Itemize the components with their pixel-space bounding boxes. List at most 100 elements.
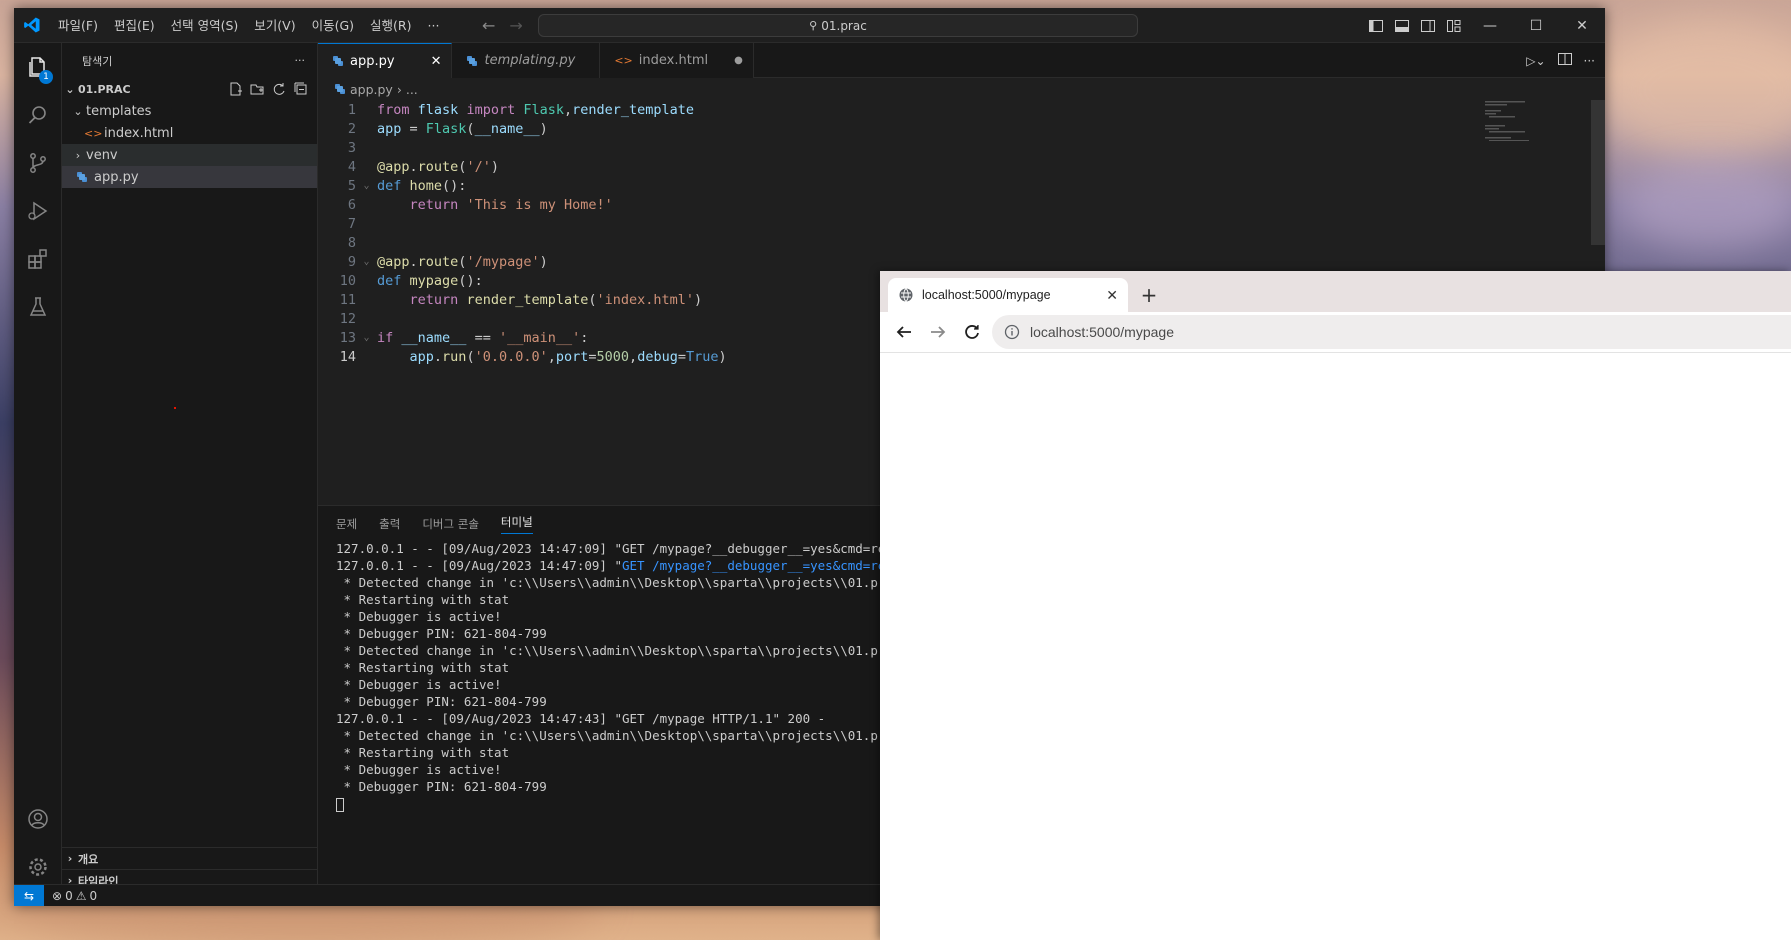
terminal-output[interactable]: 127.0.0.1 - - [09/Aug/2023 14:47:09] "GE… [336, 540, 915, 812]
close-tab-icon[interactable]: ✕ [1106, 287, 1118, 304]
explorer-activity-icon[interactable]: 1 [14, 43, 62, 91]
code-line[interactable]: 4 @app.route('/') [318, 157, 1605, 176]
editor-scrollbar[interactable] [1591, 100, 1605, 245]
run-debug-icon[interactable] [14, 187, 62, 235]
menu-edit[interactable]: 편집(E) [106, 8, 163, 43]
new-tab-button[interactable]: + [1132, 278, 1166, 312]
terminal-line: * Restarting with stat [336, 592, 510, 607]
collapse-all-icon[interactable] [293, 81, 309, 97]
code-text: if __name__ == '__main__': [377, 329, 589, 346]
extensions-icon[interactable] [14, 235, 62, 283]
breadcrumb-rest[interactable]: ... [406, 82, 418, 97]
menu-selection[interactable]: 선택 영역(S) [163, 8, 247, 43]
code-text: @app.route('/mypage') [377, 253, 548, 270]
reload-icon[interactable] [958, 318, 986, 346]
breadcrumb-file[interactable]: app.py [350, 82, 393, 97]
forward-arrow-icon[interactable]: → [509, 16, 522, 35]
tab-debug-console[interactable]: 디버그 콘솔 [422, 516, 479, 532]
menu-run[interactable]: 실행(R) [362, 8, 419, 43]
code-line[interactable]: 7 [318, 214, 1605, 233]
code-line[interactable]: 1 from flask import Flask,render_template [318, 100, 1605, 119]
terminal-line: * Restarting with stat [336, 745, 510, 760]
remote-indicator-icon[interactable]: ⇆ [14, 884, 44, 906]
tab-index-html[interactable]: <> index.html ● [600, 43, 754, 78]
minimap[interactable] [1485, 101, 1545, 142]
fold-chevron-icon[interactable]: ⌄ [356, 180, 377, 191]
site-info-icon[interactable] [1004, 324, 1020, 340]
code-line[interactable]: 9 ⌄ @app.route('/mypage') [318, 252, 1605, 271]
fold-chevron-icon[interactable]: ⌄ [356, 256, 377, 267]
chevron-right-icon: › [396, 81, 402, 97]
tree-item-templates[interactable]: ⌄ templates [62, 100, 317, 122]
browser-page-content[interactable] [880, 353, 1791, 940]
new-folder-icon[interactable] [249, 81, 265, 97]
python-file-icon [466, 55, 478, 67]
browser-tab[interactable]: localhost:5000/mypage ✕ [888, 278, 1128, 312]
accounts-icon[interactable] [14, 795, 62, 843]
problems-status[interactable]: ⊗ 0 ⚠ 0 [52, 889, 97, 903]
testing-flask-icon[interactable] [14, 283, 62, 331]
menu-view[interactable]: 보기(V) [246, 8, 303, 43]
tree-item-label: venv [86, 147, 118, 163]
forward-arrow-icon[interactable] [924, 318, 952, 346]
terminal-prompt[interactable] [336, 795, 915, 812]
toggle-primary-sidebar-icon[interactable] [1363, 8, 1389, 43]
explorer-more-icon[interactable]: ··· [295, 54, 306, 67]
toggle-secondary-sidebar-icon[interactable] [1415, 8, 1441, 43]
outline-section[interactable]: › 개요 [62, 847, 317, 869]
new-file-icon[interactable] [227, 81, 243, 97]
line-number: 8 [347, 234, 356, 251]
code-line[interactable]: 6 return 'This is my Home!' [318, 195, 1605, 214]
html-file-icon: <> [614, 54, 633, 67]
toggle-panel-icon[interactable] [1389, 8, 1415, 43]
address-bar[interactable]: localhost:5000/mypage [992, 315, 1791, 349]
code-line[interactable]: 8 [318, 233, 1605, 252]
unsaved-dot-icon[interactable]: ● [734, 55, 743, 66]
minimize-icon[interactable]: — [1467, 8, 1513, 43]
python-file-icon [76, 171, 92, 183]
back-arrow-icon[interactable] [890, 318, 918, 346]
browser-window: localhost:5000/mypage ✕ + localhost:5000… [880, 271, 1791, 940]
back-arrow-icon[interactable]: ← [482, 16, 495, 35]
tab-output[interactable]: 출력 [379, 516, 400, 532]
customize-layout-icon[interactable] [1441, 8, 1467, 43]
menu-file[interactable]: 파일(F) [50, 8, 106, 43]
code-line[interactable]: 3 [318, 138, 1605, 157]
line-number: 13 [339, 329, 356, 346]
refresh-icon[interactable] [271, 81, 287, 97]
code-line[interactable]: 5 ⌄ def home(): [318, 176, 1605, 195]
tree-item-venv[interactable]: › venv [62, 144, 317, 166]
menu-go[interactable]: 이동(G) [304, 8, 362, 43]
tab-terminal[interactable]: 터미널 [500, 514, 533, 534]
tab-label: templating.py [484, 53, 576, 68]
terminal-line: * Debugger is active! [336, 762, 502, 777]
menu-more[interactable]: ··· [420, 8, 448, 43]
code-text: def mypage(): [377, 272, 483, 289]
search-activity-icon[interactable] [14, 91, 62, 139]
chevron-right-icon: › [67, 852, 73, 865]
close-tab-icon[interactable]: ✕ [431, 54, 442, 69]
tree-item-label: templates [86, 103, 152, 119]
terminal-line: 127.0.0.1 - - [09/Aug/2023 14:47:43] "GE… [336, 711, 826, 726]
line-number: 5 [347, 177, 356, 194]
source-control-icon[interactable] [14, 139, 62, 187]
workspace-root[interactable]: ⌄ 01.PRAC [62, 78, 317, 100]
tab-problems[interactable]: 문제 [336, 516, 357, 532]
code-line[interactable]: 2 app = Flask(__name__) [318, 119, 1605, 138]
globe-icon [898, 287, 914, 303]
tab-templating-py[interactable]: templating.py [452, 43, 601, 78]
close-window-icon[interactable]: ✕ [1559, 8, 1605, 43]
split-editor-icon[interactable] [1557, 53, 1572, 68]
terminal-line: * Restarting with stat [336, 660, 510, 675]
tree-item-index-html[interactable]: <> index.html [62, 122, 317, 144]
fold-chevron-icon[interactable]: ⌄ [356, 332, 377, 343]
error-icon: ⊗ [52, 888, 63, 903]
warning-count: 0 [89, 888, 98, 903]
run-python-icon[interactable]: ▷⌄ [1526, 54, 1545, 68]
explorer-title: 탐색기 [82, 54, 113, 68]
maximize-icon[interactable]: ☐ [1513, 8, 1559, 43]
command-center-search[interactable]: ⚲ 01.prac [538, 14, 1138, 37]
tree-item-app-py[interactable]: app.py [62, 166, 317, 188]
editor-more-icon[interactable]: ··· [1584, 54, 1595, 68]
tab-app-py[interactable]: app.py ✕ [318, 43, 453, 78]
